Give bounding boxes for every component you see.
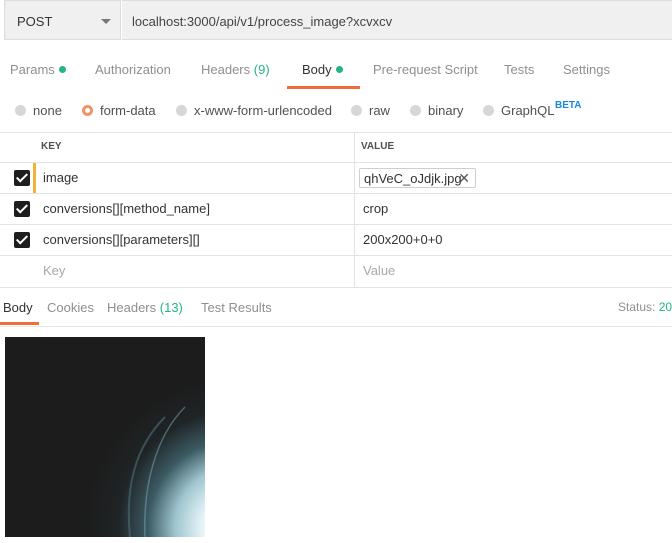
radio-circle-icon	[410, 105, 421, 116]
row-checkbox[interactable]	[14, 232, 30, 248]
response-tab-cookies-label: Cookies	[47, 300, 94, 315]
table-row-new: Key Value	[0, 255, 672, 288]
value-cell[interactable]: crop	[363, 194, 388, 224]
key-placeholder[interactable]: Key	[43, 256, 65, 286]
radio-form-data-label: form-data	[100, 103, 156, 118]
request-tabs: Params Authorization Headers (9) Body Pr…	[0, 52, 672, 89]
response-tab-headers-label: Headers	[107, 300, 157, 315]
table-row: conversions[][method_name] crop	[0, 193, 672, 225]
response-tab-cookies[interactable]: Cookies	[47, 294, 94, 324]
url-text: localhost:3000/api/v1/process_image?xcvx…	[132, 14, 393, 29]
table-row: conversions[][parameters][] 200x200+0+0	[0, 224, 672, 256]
tab-pre-request-label: Pre-request Script	[373, 62, 478, 77]
headers-count: (9)	[253, 62, 270, 77]
value-cell[interactable]: 200x200+0+0	[363, 225, 443, 255]
key-cell[interactable]: image	[43, 163, 78, 193]
response-tab-body-label: Body	[3, 300, 33, 315]
table-row: image qhVeC_oJdjk.jpg ✕	[0, 162, 672, 194]
radio-circle-icon	[351, 105, 362, 116]
radio-graphql[interactable]: GraphQL	[483, 96, 554, 126]
url-input[interactable]: localhost:3000/api/v1/process_image?xcvx…	[122, 0, 672, 40]
body-type-radios: none form-data x-www-form-urlencoded raw…	[0, 96, 672, 126]
method-label: POST	[17, 14, 53, 29]
active-tab-underline	[287, 86, 360, 89]
status-value: 200	[658, 300, 672, 314]
form-data-table: KEY VALUE image qhVeC_oJdjk.jpg ✕ conver…	[0, 132, 672, 288]
file-chip[interactable]: qhVeC_oJdjk.jpg ✕	[359, 168, 476, 188]
radio-circle-icon	[15, 105, 26, 116]
tab-pre-request-script[interactable]: Pre-request Script	[373, 52, 478, 89]
tab-params-label: Params	[10, 62, 55, 77]
key-cell[interactable]: conversions[][parameters][]	[43, 225, 200, 255]
radio-circle-icon	[483, 105, 494, 116]
chevron-down-icon	[101, 19, 111, 24]
tab-settings[interactable]: Settings	[563, 52, 610, 89]
params-indicator-dot	[58, 66, 66, 73]
tab-headers[interactable]: Headers (9)	[201, 52, 270, 89]
tab-tests[interactable]: Tests	[504, 52, 534, 89]
response-tab-body[interactable]: Body	[3, 294, 33, 324]
row-checkbox[interactable]	[14, 170, 30, 186]
radio-x-www-form-urlencoded[interactable]: x-www-form-urlencoded	[176, 96, 332, 126]
radio-raw-label: raw	[369, 103, 390, 118]
radio-binary[interactable]: binary	[410, 96, 463, 126]
tab-settings-label: Settings	[563, 62, 610, 77]
radio-form-data[interactable]: form-data	[82, 96, 156, 126]
response-tab-test-results-label: Test Results	[201, 300, 272, 315]
radio-binary-label: binary	[428, 103, 464, 118]
radio-raw[interactable]: raw	[351, 96, 390, 126]
tab-authorization-label: Authorization	[95, 62, 171, 77]
file-name: qhVeC_oJdjk.jpg	[364, 171, 462, 186]
value-placeholder[interactable]: Value	[363, 256, 395, 286]
radio-graphql-label: GraphQL	[501, 103, 555, 118]
row-focus-marker	[33, 163, 36, 193]
response-headers-count: (13)	[159, 300, 183, 315]
tab-headers-label: Headers	[201, 62, 251, 77]
response-tab-headers[interactable]: Headers (13)	[107, 294, 183, 324]
tab-tests-label: Tests	[504, 62, 535, 77]
tab-authorization[interactable]: Authorization	[95, 52, 171, 89]
radio-urlencoded-label: x-www-form-urlencoded	[194, 103, 332, 118]
close-icon[interactable]: ✕	[458, 169, 470, 188]
response-tabs: Body Cookies Headers (13) Test Results	[0, 294, 672, 327]
value-column-header: VALUE	[361, 141, 395, 152]
beta-badge: BETA	[555, 100, 582, 111]
row-checkbox[interactable]	[14, 201, 30, 217]
method-select[interactable]: POST	[4, 0, 121, 40]
tab-body-label: Body	[302, 62, 332, 77]
response-tab-test-results[interactable]: Test Results	[201, 294, 272, 324]
key-cell[interactable]: conversions[][method_name]	[43, 194, 210, 224]
response-image-preview	[5, 337, 205, 537]
radio-selected-icon	[82, 105, 93, 116]
radio-none[interactable]: none	[15, 96, 62, 126]
radio-circle-icon	[176, 105, 187, 116]
body-indicator-dot	[335, 66, 343, 73]
radio-none-label: none	[33, 103, 62, 118]
tab-params[interactable]: Params	[10, 52, 66, 89]
response-active-tab-underline	[0, 322, 39, 325]
response-status: Status: 200	[618, 300, 672, 314]
status-label: Status:	[618, 300, 656, 314]
key-column-header: KEY	[41, 141, 62, 152]
tab-body[interactable]: Body	[302, 52, 343, 89]
response-image	[5, 337, 205, 537]
